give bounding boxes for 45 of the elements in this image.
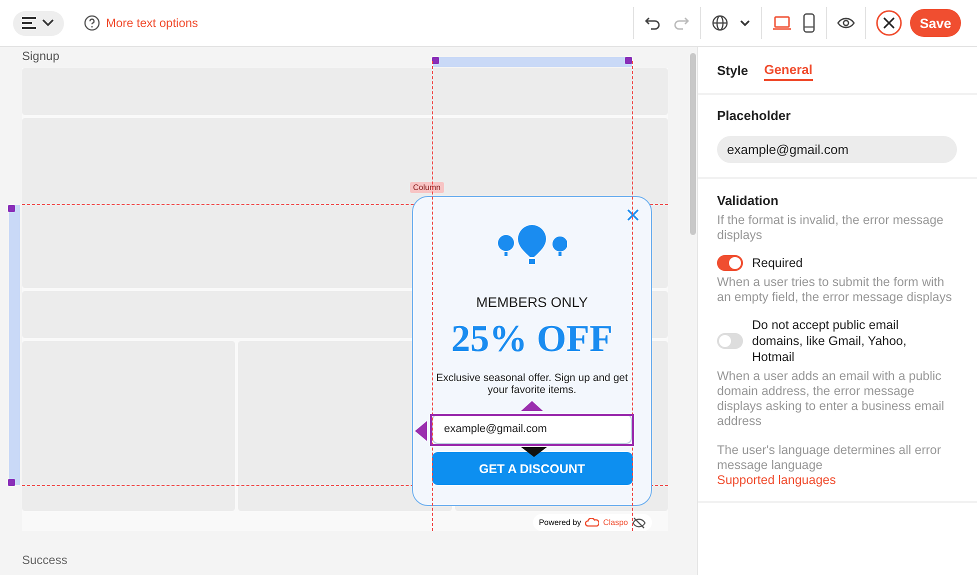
section-title: Placeholder [717, 108, 792, 123]
toggle-switch[interactable] [717, 255, 743, 271]
panel-tab[interactable]: Style [717, 61, 748, 81]
supported-languages-link[interactable]: Supported languages [717, 473, 958, 487]
phone-icon[interactable] [802, 13, 816, 33]
balloons-icon [497, 223, 567, 265]
discount-title: 25% OFF [451, 317, 613, 362]
resize-handle-icon[interactable] [625, 57, 632, 64]
toggle-label: Required [752, 255, 804, 271]
save-button[interactable]: Save [910, 9, 961, 37]
eye-icon[interactable] [837, 16, 855, 30]
align-left-icon [21, 16, 55, 30]
toggle-switch[interactable] [717, 333, 743, 349]
resize-handle-icon[interactable] [521, 401, 543, 411]
laptop-icon[interactable] [772, 14, 792, 32]
description-text: When a user adds an email with a public domain address, the error message displays asking to enter a business email address [717, 369, 946, 429]
note-text: The user's language determines all error message language [717, 443, 942, 473]
text-align-dropdown[interactable] [13, 10, 64, 36]
resize-handle-icon[interactable] [521, 447, 547, 457]
description-text: If the format is invalid, the error message displays [717, 213, 944, 243]
section-title: Validation [717, 193, 780, 208]
more-text-options-link[interactable]: More text options [106, 16, 198, 30]
email-field[interactable]: example@gmail.com [432, 414, 632, 444]
discount-button[interactable]: GET A DISCOUNT [432, 452, 632, 485]
section-label: Success [22, 553, 68, 567]
column-tag: Column [410, 182, 444, 193]
brand-name: Claspo [603, 518, 628, 527]
close-icon[interactable] [876, 10, 902, 36]
panel-tab[interactable]: General [764, 61, 812, 81]
eye-slash-icon[interactable] [632, 516, 646, 528]
globe-icon[interactable] [711, 14, 729, 32]
scrollbar-thumb[interactable] [690, 53, 696, 235]
cloud-icon [585, 518, 600, 527]
resize-handle-icon[interactable] [8, 479, 15, 486]
popup-heading: MEMBERS ONLY [476, 294, 588, 310]
help-icon [84, 15, 100, 31]
resize-handle-icon[interactable] [415, 421, 427, 441]
resize-handle-icon[interactable] [432, 57, 439, 64]
powered-by-text: Powered by [538, 518, 582, 527]
offer-text: Exclusive seasonal offer. Sign up and get your favorite items. [435, 372, 629, 396]
placeholder-field[interactable]: example@gmail.com [717, 136, 957, 163]
resize-handle-icon[interactable] [8, 205, 15, 212]
section-label: Signup [22, 48, 60, 65]
description-text: When a user tries to submit the form with an empty field, the error message displays [717, 275, 953, 305]
toggle-label: Do not accept public email domains, like Gmail, Yahoo, Hotmail [752, 317, 908, 365]
